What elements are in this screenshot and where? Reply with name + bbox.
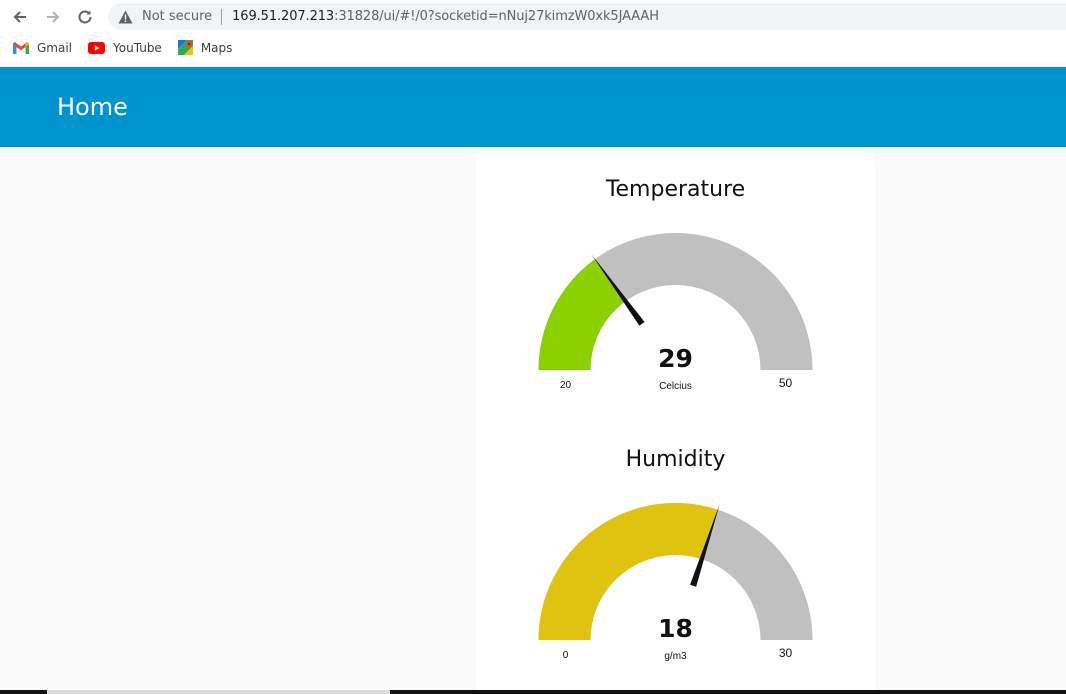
address-bar[interactable]: Not secure 169.51.207.213:31828/ui/#!/0?… bbox=[108, 3, 1066, 30]
browser-toolbar: Not secure 169.51.207.213:31828/ui/#!/0?… bbox=[0, 0, 1066, 33]
forward-button[interactable] bbox=[41, 5, 65, 29]
horizontal-scrollbar[interactable] bbox=[0, 690, 1066, 694]
gauge-min-label: 0 bbox=[563, 650, 569, 661]
maps-icon bbox=[177, 40, 193, 55]
back-button[interactable] bbox=[8, 5, 32, 29]
reload-button[interactable] bbox=[73, 5, 97, 29]
url-host: 169.51.207.213 bbox=[232, 9, 335, 24]
gauge-group-card: Temperature 29 Celcius 20 50 Humidity 18… bbox=[476, 153, 875, 694]
security-status[interactable]: Not secure bbox=[142, 9, 212, 24]
scrollbar-thumb[interactable] bbox=[47, 690, 390, 694]
gmail-icon bbox=[13, 41, 29, 54]
gauge-value: 29 bbox=[658, 344, 693, 373]
humidity-title: Humidity bbox=[625, 447, 726, 472]
bookmarks-bar: Gmail YouTube Maps bbox=[0, 33, 1066, 62]
bookmark-label: Maps bbox=[200, 40, 233, 55]
forward-arrow-icon bbox=[47, 11, 60, 23]
temperature-title: Temperature bbox=[605, 177, 746, 202]
youtube-icon bbox=[88, 41, 106, 54]
divider bbox=[221, 8, 223, 25]
bookmark-label: Gmail bbox=[37, 40, 73, 55]
gauge-units: Celcius bbox=[659, 381, 692, 392]
back-arrow-icon bbox=[13, 11, 26, 23]
warning-triangle-icon bbox=[117, 9, 133, 25]
bookmark-label: YouTube bbox=[113, 40, 162, 55]
url-text[interactable]: 169.51.207.213:31828/ui/#!/0?socketid=nN… bbox=[232, 9, 659, 24]
reload-icon bbox=[78, 10, 92, 24]
gauge-min-label: 20 bbox=[560, 380, 572, 391]
bookmark-youtube[interactable]: YouTube bbox=[88, 41, 162, 55]
gauge-max-label: 50 bbox=[779, 376, 793, 390]
gauge-value: 18 bbox=[658, 614, 693, 643]
bookmark-gmail[interactable]: Gmail bbox=[13, 41, 72, 55]
bookmark-maps[interactable]: Maps bbox=[177, 40, 233, 55]
page-title: Home bbox=[57, 93, 128, 121]
temperature-gauge: 29 Celcius 20 50 bbox=[538, 233, 813, 392]
humidity-gauge: 18 g/m3 0 30 bbox=[538, 503, 813, 662]
url-path: :31828/ui/#!/0?socketid=nNuj27kimzW0xk5J… bbox=[334, 9, 659, 24]
gauge-max-label: 30 bbox=[779, 646, 793, 660]
dashboard-header: Home bbox=[0, 67, 1066, 147]
gauge-units: g/m3 bbox=[664, 651, 687, 662]
